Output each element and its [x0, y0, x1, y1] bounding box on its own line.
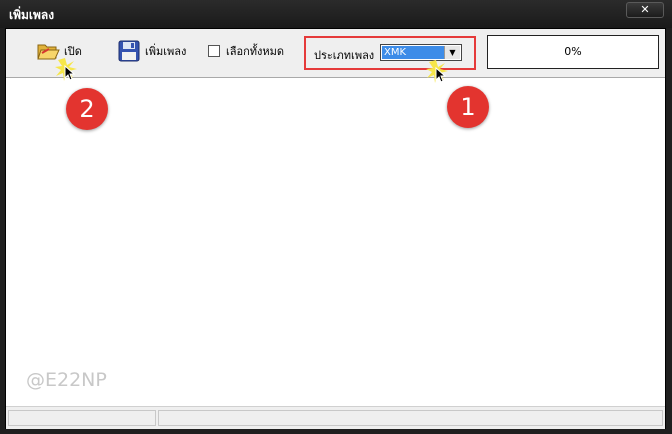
- close-button[interactable]: ✕: [626, 2, 664, 18]
- status-bar: [6, 406, 665, 429]
- watermark: @E22NP: [26, 369, 107, 391]
- annotation-badge-1: 1: [447, 86, 489, 128]
- status-panel-left: [8, 410, 156, 426]
- status-panel-right: [158, 410, 663, 426]
- song-list-area[interactable]: @E22NP: [6, 78, 665, 406]
- song-type-value: XMK: [382, 46, 445, 59]
- window-title: เพิ่มเพลง: [9, 8, 55, 22]
- checkbox-box[interactable]: [208, 45, 220, 57]
- add-song-window: เพิ่มเพลง ✕ เปิด เพิ่มเพลง เลือกทั้งหมด …: [0, 0, 672, 434]
- select-all-checkbox[interactable]: เลือกทั้งหมด: [208, 43, 284, 59]
- client-area: เปิด เพิ่มเพลง เลือกทั้งหมด ประเภทเพลง X…: [5, 28, 666, 429]
- select-all-label: เลือกทั้งหมด: [226, 45, 285, 58]
- title-bar: เพิ่มเพลง ✕: [0, 0, 672, 28]
- floppy-disk-icon: [118, 40, 140, 62]
- cursor-icon: [426, 60, 448, 83]
- chevron-down-icon[interactable]: ▼: [444, 46, 460, 59]
- song-type-select[interactable]: XMK ▼: [380, 44, 462, 61]
- song-type-label: ประเภทเพลง: [314, 49, 375, 62]
- add-song-label: เพิ่มเพลง: [145, 45, 187, 58]
- close-icon: ✕: [640, 3, 650, 16]
- progress-text: 0%: [564, 45, 582, 58]
- annotation-badge-2: 2: [66, 88, 108, 130]
- toolbar: เปิด เพิ่มเพลง เลือกทั้งหมด ประเภทเพลง X…: [6, 29, 665, 78]
- cursor-icon: [55, 58, 77, 81]
- progress-bar: 0%: [487, 35, 659, 69]
- song-type-highlight: ประเภทเพลง XMK ▼: [304, 36, 476, 70]
- add-song-button[interactable]: เพิ่มเพลง: [118, 39, 186, 63]
